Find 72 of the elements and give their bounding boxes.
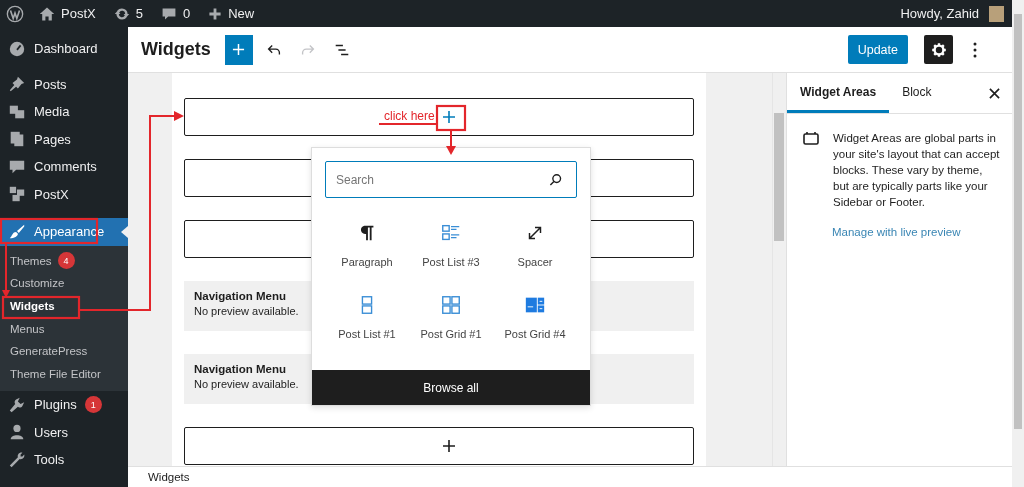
submenu-item[interactable]: Themes 4 bbox=[0, 249, 128, 273]
submenu-item[interactable]: GeneratePress bbox=[0, 339, 128, 363]
sidebar-item[interactable]: PostX bbox=[0, 180, 128, 208]
browse-all-button[interactable]: Browse all bbox=[312, 370, 590, 405]
sidebar-item[interactable]: Users bbox=[0, 418, 128, 447]
sidebar-item[interactable]: Plugins 1 bbox=[0, 391, 128, 419]
sidebar-item[interactable]: Pages bbox=[0, 125, 128, 153]
greeting-text[interactable]: Howdy, Zahid bbox=[900, 6, 979, 21]
gear-icon bbox=[930, 41, 947, 58]
post-grid-icon bbox=[440, 294, 462, 316]
annotation-text: click here bbox=[384, 109, 435, 123]
block-option[interactable]: Post Grid #1 bbox=[409, 290, 493, 352]
block-option[interactable]: Post List #3 bbox=[409, 218, 493, 280]
block-option[interactable]: Paragraph bbox=[325, 218, 409, 280]
block-option[interactable]: Post List #1 bbox=[325, 290, 409, 352]
sidebar-item[interactable]: Comments bbox=[0, 153, 128, 181]
search-field[interactable]: Search bbox=[325, 161, 577, 198]
block-message: No preview available. bbox=[194, 378, 299, 390]
block-message: No preview available. bbox=[194, 305, 299, 317]
block-title: Navigation Menu bbox=[194, 363, 286, 375]
scrollbar[interactable] bbox=[772, 73, 785, 466]
submenu-item[interactable]: Menus bbox=[0, 317, 128, 340]
settings-button[interactable] bbox=[924, 35, 953, 64]
user-icon bbox=[8, 423, 26, 442]
plus-icon bbox=[442, 439, 456, 453]
submenu-item[interactable]: Customize bbox=[0, 272, 128, 295]
plus-icon bbox=[208, 6, 223, 21]
plus-icon bbox=[442, 110, 456, 124]
paintbrush-icon bbox=[8, 222, 26, 241]
live-preview-link[interactable]: Manage with live preview bbox=[832, 226, 961, 238]
admin-bar-link[interactable]: 0 bbox=[153, 0, 198, 27]
annotation-underline bbox=[378, 123, 437, 125]
block-option[interactable]: Post Grid #4 bbox=[493, 290, 577, 352]
avatar[interactable] bbox=[989, 5, 1004, 22]
gauge-icon bbox=[8, 39, 26, 58]
annotation-arrow bbox=[2, 242, 10, 298]
sidebar-item[interactable]: Posts bbox=[0, 70, 128, 98]
sidebar-item[interactable]: Dashboard bbox=[0, 35, 128, 63]
panel-tab[interactable]: Widget Areas bbox=[787, 73, 890, 113]
page-title: Widgets bbox=[141, 39, 211, 60]
scrollbar[interactable] bbox=[1012, 0, 1024, 487]
house-icon bbox=[39, 5, 55, 22]
annotation-arrow bbox=[446, 130, 456, 155]
admin-bar-link[interactable]: New bbox=[201, 0, 262, 27]
description-text: Widget Areas are global parts in your site's layout that can accept blocks. These vary by theme, but are typically parts like your Sidebar or Footer. bbox=[833, 131, 1000, 210]
submenu-item[interactable]: Theme File Editor bbox=[0, 362, 128, 386]
wordpress-logo-icon[interactable] bbox=[6, 4, 24, 23]
sidebar-item[interactable]: Media bbox=[0, 98, 128, 126]
add-block-button[interactable] bbox=[224, 34, 253, 65]
more-options-icon bbox=[973, 41, 977, 58]
admin-bar-link[interactable]: PostX bbox=[32, 0, 103, 27]
plus-icon bbox=[232, 43, 246, 56]
block-title: Navigation Menu bbox=[194, 290, 286, 302]
widget-area-icon bbox=[803, 131, 819, 145]
breadcrumb[interactable]: Widgets bbox=[148, 471, 190, 483]
block-option[interactable]: Spacer bbox=[493, 218, 577, 280]
panel-tab[interactable]: Block bbox=[889, 73, 945, 113]
blocks-icon bbox=[8, 185, 26, 204]
pages-icon bbox=[8, 130, 26, 149]
update-button[interactable]: Update bbox=[847, 35, 908, 64]
pushpin-icon bbox=[8, 75, 26, 94]
count-badge: 4 bbox=[57, 252, 75, 270]
count-badge: 1 bbox=[84, 396, 102, 414]
submenu-item[interactable]: Widgets bbox=[0, 294, 128, 318]
search-icon bbox=[549, 172, 563, 187]
sidebar-item[interactable]: Tools bbox=[0, 446, 128, 474]
wrench-icon bbox=[8, 450, 26, 469]
close-icon bbox=[988, 87, 1000, 99]
admin-bar-link[interactable]: 5 bbox=[106, 0, 150, 27]
refresh-icon bbox=[113, 5, 130, 22]
speech-bubble-icon bbox=[160, 5, 177, 22]
highlight-frame bbox=[435, 104, 467, 132]
